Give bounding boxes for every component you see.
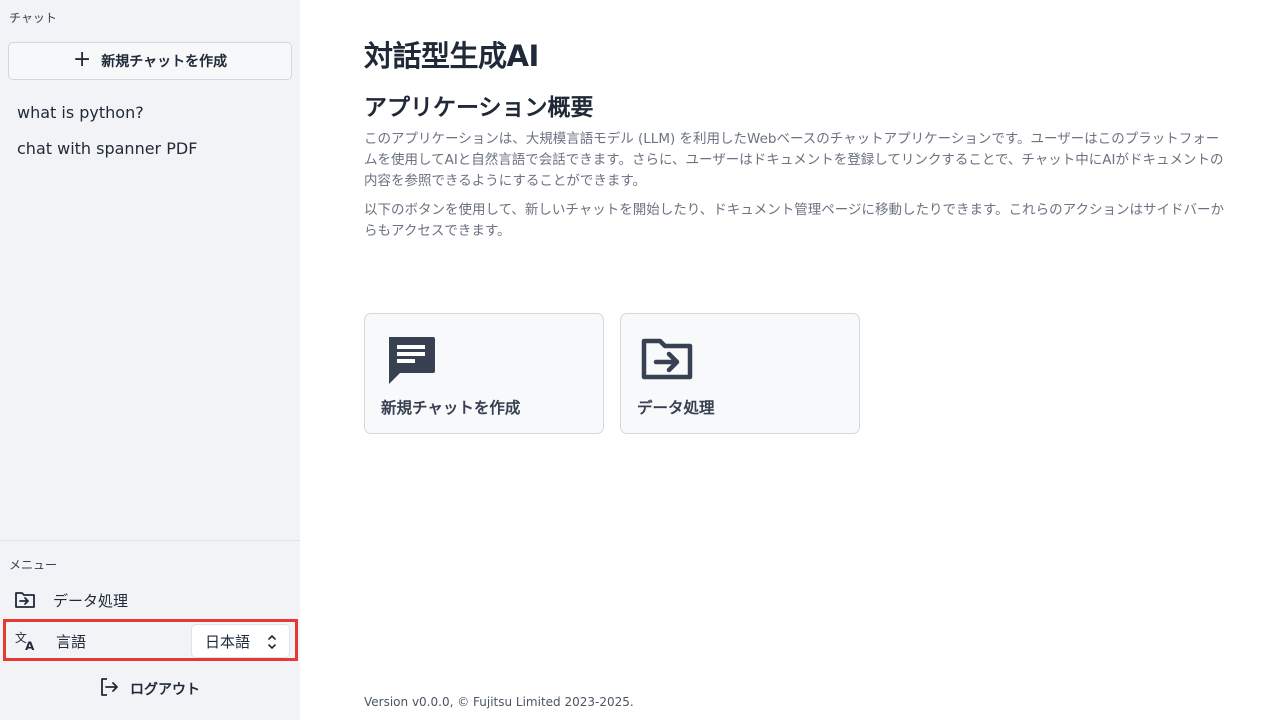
section-title: アプリケーション概要 (364, 95, 594, 121)
sidebar: チャット + 新規チャットを作成 what is python? chat wi… (0, 0, 300, 720)
chat-section-label: チャット (9, 11, 57, 25)
language-select[interactable]: 日本語 (191, 624, 290, 658)
new-chat-card-label: 新規チャットを作成 (381, 399, 521, 417)
logout-label: ログアウト (130, 682, 200, 698)
chat-history-item[interactable]: what is python? (17, 103, 144, 122)
folder-arrow-icon (641, 334, 693, 390)
data-processing-card-label: データ処理 (637, 399, 715, 417)
new-chat-button[interactable]: + 新規チャットを作成 (8, 42, 292, 80)
logout-icon (98, 676, 120, 702)
sidebar-divider (0, 540, 300, 541)
language-setting-row: 文 A 言語 日本語 (3, 619, 298, 661)
sidebar-item-data-processing[interactable]: データ処理 (0, 588, 300, 612)
folder-arrow-icon (14, 589, 36, 611)
page-title: 対話型生成AI (364, 39, 539, 73)
description-paragraph: このアプリケーションは、大規模言語モデル (LLM) を利用したWebベースのチ… (364, 131, 1224, 189)
plus-icon: + (72, 47, 92, 72)
translate-icon: 文 A (15, 630, 37, 652)
data-processing-card[interactable]: データ処理 (620, 313, 860, 434)
language-label: 言語 (56, 633, 87, 651)
language-value: 日本語 (205, 632, 251, 651)
new-chat-label: 新規チャットを作成 (101, 54, 228, 70)
data-processing-label: データ処理 (53, 592, 129, 610)
chat-history-item[interactable]: chat with spanner PDF (17, 139, 197, 158)
chat-icon (385, 334, 437, 390)
logout-button[interactable]: ログアウト (98, 676, 200, 702)
chevron-up-down-icon (267, 633, 277, 655)
new-chat-card[interactable]: 新規チャットを作成 (364, 313, 604, 434)
footer-version: Version v0.0.0, © Fujitsu Limited 2023-2… (364, 695, 634, 709)
svg-text:A: A (25, 639, 35, 652)
main-content: 対話型生成AI アプリケーション概要 このアプリケーションは、大規模言語モデル … (300, 0, 1280, 720)
description-paragraph: 以下のボタンを使用して、新しいチャットを開始したり、ドキュメント管理ページに移動… (364, 202, 1224, 239)
menu-section-label: メニュー (9, 558, 58, 572)
